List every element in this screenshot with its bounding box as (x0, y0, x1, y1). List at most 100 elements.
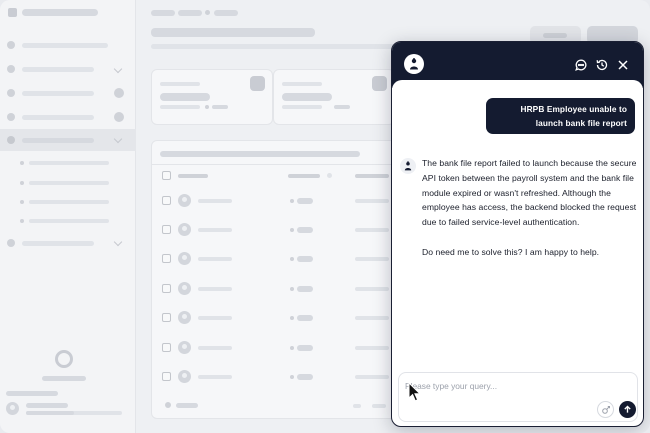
user-message-bubble: HRPB Employee unable to launch bank file… (486, 98, 635, 134)
avatar (178, 311, 191, 324)
sub-item-bullet (20, 200, 24, 204)
sub-item-bullet (20, 161, 24, 165)
row-checkbox[interactable] (162, 372, 171, 381)
pagination-label (176, 403, 198, 408)
chevron-down-icon[interactable] (113, 237, 123, 247)
column-header[interactable] (288, 174, 320, 178)
status-badge (297, 315, 313, 321)
sidebar-item-icon[interactable] (7, 89, 15, 97)
sidebar-help-label (42, 376, 86, 381)
stat-meta (282, 105, 322, 109)
breadcrumb (214, 10, 238, 16)
app-window: HRPB Employee unable to launch bank file… (0, 0, 650, 433)
stat-value (282, 93, 332, 101)
table-cell (198, 199, 232, 203)
row-checkbox[interactable] (162, 343, 171, 352)
table-cell (198, 375, 232, 379)
stat-label (282, 82, 322, 86)
chat-input-box[interactable] (398, 372, 638, 422)
avatar (178, 282, 191, 295)
select-all-checkbox[interactable] (162, 171, 171, 180)
send-button[interactable] (619, 401, 636, 418)
table-cell (355, 228, 389, 232)
breadcrumb-separator (205, 10, 210, 15)
chevron-down-icon[interactable] (113, 64, 123, 74)
sidebar-item[interactable] (22, 43, 108, 48)
page-subtitle (151, 44, 397, 49)
sidebar-logo-icon (8, 8, 17, 17)
breadcrumb (178, 10, 202, 16)
sub-item-bullet (20, 219, 24, 223)
sidebar-item[interactable] (22, 91, 94, 96)
stat-label (160, 82, 200, 86)
stat-meta (160, 105, 200, 109)
sort-icon[interactable] (327, 173, 332, 178)
sidebar-item-icon[interactable] (7, 136, 15, 144)
user-progress-fill (26, 411, 74, 415)
table-divider (151, 164, 396, 165)
avatar (178, 341, 191, 354)
sidebar-item-icon[interactable] (7, 65, 15, 73)
table-cell (198, 346, 232, 350)
attach-button[interactable] (597, 401, 614, 418)
history-icon[interactable] (595, 58, 609, 72)
chat-header (392, 42, 643, 96)
status-badge (297, 256, 313, 262)
table-cell (355, 346, 389, 350)
column-header[interactable] (178, 174, 208, 178)
sidebar-item[interactable] (22, 115, 94, 120)
bot-message-paragraph: Do need me to solve this? I am happy to … (422, 246, 600, 257)
status-dot (290, 287, 294, 291)
status-badge (297, 286, 313, 292)
user-name-placeholder (26, 403, 68, 408)
status-dot (290, 228, 294, 232)
column-header[interactable] (355, 174, 389, 178)
pagination-prev[interactable] (353, 404, 361, 408)
sidebar-sub-item[interactable] (29, 219, 109, 223)
breadcrumb (151, 10, 175, 16)
sidebar-item[interactable] (22, 241, 94, 246)
stat-trend-icon (205, 105, 209, 109)
sidebar-brand-placeholder (22, 9, 98, 16)
table-cell (198, 287, 232, 291)
bot-message: The bank file report failed to launch be… (422, 156, 640, 260)
sidebar-sub-item[interactable] (29, 200, 109, 204)
pagination-next[interactable] (372, 404, 386, 408)
sidebar-item[interactable] (22, 67, 94, 72)
avatar (178, 370, 191, 383)
mouse-pointer-icon (408, 382, 422, 402)
page-title (151, 28, 315, 37)
attach-icon (601, 405, 610, 414)
stat-value (160, 93, 210, 101)
row-checkbox[interactable] (162, 284, 171, 293)
row-checkbox[interactable] (162, 225, 171, 234)
row-checkbox[interactable] (162, 196, 171, 205)
table-cell (355, 257, 389, 261)
stat-trend (334, 105, 350, 109)
stat-card-icon (250, 76, 265, 91)
status-dot (290, 375, 294, 379)
sidebar-sub-item[interactable] (29, 161, 109, 165)
status-dot (290, 316, 294, 320)
status-dot (290, 199, 294, 203)
sidebar-item-icon[interactable] (7, 41, 15, 49)
chat-query-input[interactable] (405, 379, 585, 393)
bot-message-paragraph: The bank file report failed to launch be… (422, 158, 637, 228)
pagination-dot[interactable] (165, 402, 171, 408)
row-checkbox[interactable] (162, 313, 171, 322)
table-cell (355, 199, 389, 203)
chat-bubble-icon[interactable] (574, 58, 588, 72)
table-cell (355, 316, 389, 320)
table-cell (198, 228, 232, 232)
sidebar-sub-item[interactable] (29, 181, 109, 185)
sidebar (0, 0, 136, 433)
table-cell (355, 287, 389, 291)
close-icon[interactable] (616, 58, 630, 72)
sidebar-help-icon[interactable] (55, 350, 73, 368)
sidebar-user-placeholder (6, 391, 58, 396)
sidebar-item-icon[interactable] (7, 239, 15, 247)
avatar[interactable] (6, 402, 19, 415)
row-checkbox[interactable] (162, 254, 171, 263)
sidebar-item-icon[interactable] (7, 113, 15, 121)
sidebar-item[interactable] (22, 138, 94, 143)
